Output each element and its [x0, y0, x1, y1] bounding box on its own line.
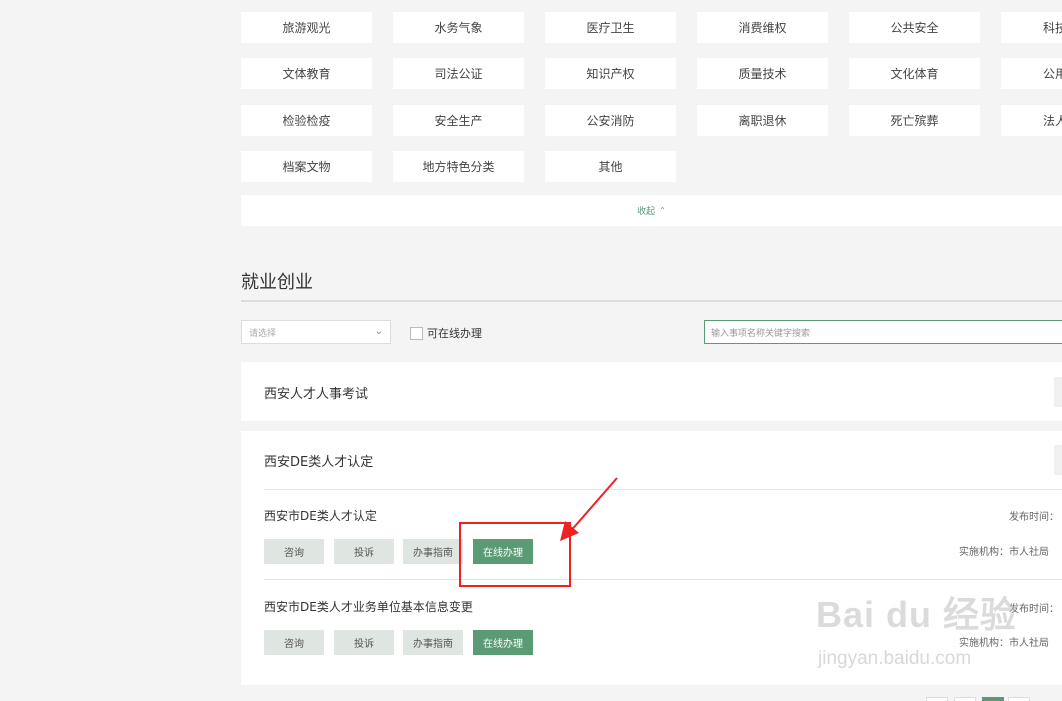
select-placeholder: 请选择: [249, 328, 277, 339]
category-medical[interactable]: 医疗卫生: [545, 12, 676, 43]
category-public-utility[interactable]: 公用: [1001, 58, 1062, 89]
online-apply-button[interactable]: 在线办理: [473, 630, 533, 655]
category-archives[interactable]: 档案文物: [241, 151, 372, 182]
category-select[interactable]: 请选择 ⌄: [241, 320, 391, 344]
chevron-down-icon: ⌄: [374, 326, 383, 337]
online-checkbox[interactable]: [410, 326, 423, 340]
category-tourism[interactable]: 旅游观光: [241, 12, 372, 43]
publish-time-label: 发布时间：: [1009, 512, 1059, 523]
category-science[interactable]: 科技: [1001, 12, 1062, 43]
category-water-weather[interactable]: 水务气象: [393, 12, 524, 43]
consult-button[interactable]: 咨询: [264, 630, 324, 655]
category-intellectual-property[interactable]: 知识产权: [545, 58, 676, 89]
item-title[interactable]: 西安市DE类人才认定: [264, 507, 377, 524]
panel-toggle[interactable]: [1054, 445, 1062, 475]
search-input[interactable]: 输入事项名称关键字搜索: [704, 320, 1062, 344]
guide-button[interactable]: 办事指南: [403, 630, 463, 655]
category-local-special[interactable]: 地方特色分类: [393, 151, 524, 182]
complain-button[interactable]: 投诉: [334, 539, 394, 564]
section-title: 就业创业: [241, 272, 313, 293]
category-inspection-quarantine[interactable]: 检验检疫: [241, 105, 372, 136]
publish-time-label: 发布时间：: [1009, 604, 1059, 615]
collapse-label: 收起: [637, 207, 656, 217]
category-retirement[interactable]: 离职退休: [697, 105, 828, 136]
panel-title: 西安人才人事考试: [264, 387, 369, 402]
collapse-button[interactable]: 收起 ⌃: [241, 195, 1062, 226]
guide-button[interactable]: 办事指南: [403, 539, 463, 564]
category-quality-tech[interactable]: 质量技术: [697, 58, 828, 89]
annotation-arrow-icon: [560, 477, 618, 541]
category-culture-sports[interactable]: 文化体育: [849, 58, 980, 89]
category-judicial-notary[interactable]: 司法公证: [393, 58, 524, 89]
complain-button[interactable]: 投诉: [334, 630, 394, 655]
search-placeholder: 输入事项名称关键字搜索: [711, 328, 811, 339]
category-legal-person[interactable]: 法人: [1001, 105, 1062, 136]
panel-toggle[interactable]: [1054, 377, 1062, 407]
org-label: 实施机构：市人社局: [959, 638, 1049, 649]
category-culture-education[interactable]: 文体教育: [241, 58, 372, 89]
panel-title[interactable]: 西安DE类人才认定: [264, 451, 373, 470]
category-other[interactable]: 其他: [545, 151, 676, 182]
online-checkbox-label: 可在线办理: [427, 327, 482, 340]
category-police-fire[interactable]: 公安消防: [545, 105, 676, 136]
pager-button-active[interactable]: [982, 697, 1004, 701]
category-public-safety[interactable]: 公共安全: [849, 12, 980, 43]
category-consumer-rights[interactable]: 消费维权: [697, 12, 828, 43]
double-chevron-up-icon: ⌃: [659, 206, 666, 215]
online-checkbox-wrap[interactable]: 可在线办理: [410, 325, 482, 341]
consult-button[interactable]: 咨询: [264, 539, 324, 564]
item-title[interactable]: 西安市DE类人才业务单位基本信息变更: [264, 598, 473, 615]
divider: [264, 579, 1062, 580]
pager-button[interactable]: [1008, 697, 1030, 701]
pager-button[interactable]: [926, 697, 948, 701]
panel-de-talent: 西安DE类人才认定 西安市DE类人才认定 发布时间： 咨询 投诉 办事指南 在线…: [241, 431, 1062, 685]
category-work-safety[interactable]: 安全生产: [393, 105, 524, 136]
divider: [264, 489, 1062, 490]
section-divider: [241, 300, 1062, 302]
panel-talent-exam[interactable]: 西安人才人事考试: [241, 362, 1062, 421]
category-funeral[interactable]: 死亡殡葬: [849, 105, 980, 136]
org-label: 实施机构：市人社局: [959, 547, 1049, 558]
pager-button[interactable]: [954, 697, 976, 701]
